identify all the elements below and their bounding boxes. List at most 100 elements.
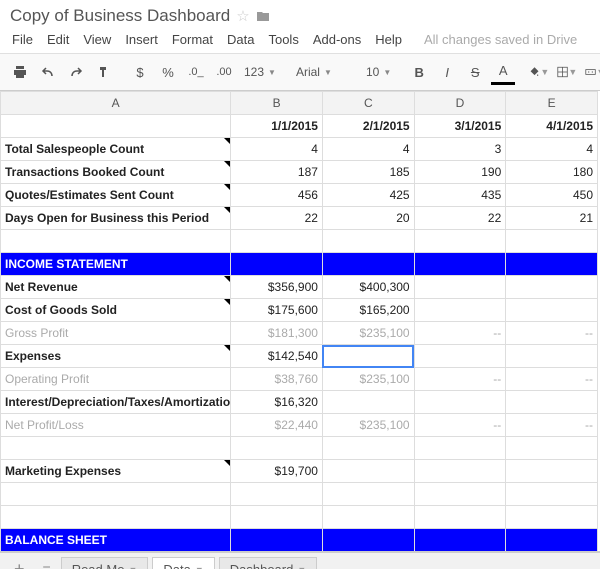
cell[interactable]: [322, 529, 414, 552]
column-header-B[interactable]: B: [231, 92, 323, 115]
row-label[interactable]: Operating Profit: [1, 368, 231, 391]
cell[interactable]: 435: [414, 184, 506, 207]
font-family-dropdown[interactable]: Arial▼: [292, 65, 350, 79]
cell[interactable]: --: [414, 322, 506, 345]
cell-blank[interactable]: [1, 115, 231, 138]
cell[interactable]: [322, 391, 414, 414]
row-label[interactable]: Gross Profit: [1, 322, 231, 345]
menu-help[interactable]: Help: [375, 32, 402, 47]
cell[interactable]: $965,800: [231, 552, 323, 553]
cell[interactable]: [322, 345, 414, 368]
cell[interactable]: [231, 506, 323, 529]
cell[interactable]: [231, 483, 323, 506]
section-header[interactable]: INCOME STATEMENT: [1, 253, 231, 276]
date-header[interactable]: 4/1/2015: [506, 115, 598, 138]
cell[interactable]: [414, 529, 506, 552]
cell[interactable]: [322, 253, 414, 276]
sheet-tab-read-me[interactable]: Read Me▼: [61, 557, 149, 569]
print-icon[interactable]: [8, 61, 32, 83]
cell[interactable]: 4: [231, 138, 323, 161]
cell[interactable]: [414, 299, 506, 322]
font-size-dropdown[interactable]: 10▼: [362, 65, 395, 79]
cell[interactable]: [322, 230, 414, 253]
star-icon[interactable]: ☆: [236, 7, 249, 25]
menu-tools[interactable]: Tools: [268, 32, 298, 47]
cell[interactable]: $165,200: [322, 299, 414, 322]
paint-format-icon[interactable]: [92, 61, 116, 83]
cell[interactable]: --: [506, 322, 598, 345]
increase-decimal-button[interactable]: .00: [212, 61, 236, 83]
cell[interactable]: [322, 552, 414, 553]
cell[interactable]: [506, 253, 598, 276]
text-color-button[interactable]: A: [491, 60, 515, 85]
document-title[interactable]: Copy of Business Dashboard: [10, 6, 230, 26]
format-currency-button[interactable]: $: [128, 61, 152, 83]
cell[interactable]: [322, 483, 414, 506]
menu-addons[interactable]: Add-ons: [313, 32, 361, 47]
cell[interactable]: $22,440: [231, 414, 323, 437]
cell[interactable]: 190: [414, 161, 506, 184]
italic-button[interactable]: I: [435, 61, 459, 83]
cell[interactable]: [414, 253, 506, 276]
cell[interactable]: 22: [231, 207, 323, 230]
row-label[interactable]: Cost of Goods Sold: [1, 299, 231, 322]
menu-insert[interactable]: Insert: [125, 32, 158, 47]
cell[interactable]: [506, 460, 598, 483]
cell[interactable]: --: [414, 414, 506, 437]
cell[interactable]: [506, 391, 598, 414]
cell[interactable]: [414, 506, 506, 529]
cell[interactable]: [414, 276, 506, 299]
cell[interactable]: [231, 437, 323, 460]
cell[interactable]: 187: [231, 161, 323, 184]
cell[interactable]: $356,900: [231, 276, 323, 299]
cell[interactable]: 450: [506, 184, 598, 207]
cell[interactable]: [414, 437, 506, 460]
cell[interactable]: [1, 483, 231, 506]
all-sheets-button[interactable]: ≡: [37, 561, 57, 569]
cell[interactable]: $235,100: [322, 414, 414, 437]
cell[interactable]: 425: [322, 184, 414, 207]
fill-color-button[interactable]: ▼: [527, 61, 551, 83]
more-formats-dropdown[interactable]: 123▼: [240, 65, 280, 79]
column-header-C[interactable]: C: [322, 92, 414, 115]
cell[interactable]: --: [506, 414, 598, 437]
menu-format[interactable]: Format: [172, 32, 213, 47]
redo-icon[interactable]: [64, 61, 88, 83]
cell[interactable]: [414, 552, 506, 553]
cell[interactable]: [322, 460, 414, 483]
decrease-decimal-button[interactable]: .0_: [184, 61, 208, 83]
section-header[interactable]: BALANCE SHEET: [1, 529, 231, 552]
cell[interactable]: --: [506, 368, 598, 391]
row-label[interactable]: Total Assets: [1, 552, 231, 553]
row-label[interactable]: Net Profit/Loss: [1, 414, 231, 437]
cell[interactable]: [506, 552, 598, 553]
cell[interactable]: $175,600: [231, 299, 323, 322]
cell[interactable]: 22: [414, 207, 506, 230]
row-label[interactable]: Interest/Depreciation/Taxes/Amortization: [1, 391, 231, 414]
cell[interactable]: $235,100: [322, 368, 414, 391]
cell[interactable]: [231, 529, 323, 552]
strikethrough-button[interactable]: S: [463, 61, 487, 83]
cell[interactable]: $38,760: [231, 368, 323, 391]
cell[interactable]: [1, 506, 231, 529]
cell[interactable]: [322, 506, 414, 529]
row-label[interactable]: Transactions Booked Count: [1, 161, 231, 184]
menu-file[interactable]: File: [12, 32, 33, 47]
cell[interactable]: [414, 345, 506, 368]
row-label[interactable]: Quotes/Estimates Sent Count: [1, 184, 231, 207]
menu-view[interactable]: View: [83, 32, 111, 47]
cell[interactable]: [231, 253, 323, 276]
cell[interactable]: 180: [506, 161, 598, 184]
move-to-folder-icon[interactable]: [256, 10, 270, 22]
cell[interactable]: [414, 483, 506, 506]
cell[interactable]: [414, 391, 506, 414]
undo-icon[interactable]: [36, 61, 60, 83]
cell[interactable]: [506, 483, 598, 506]
column-header-A[interactable]: A: [1, 92, 231, 115]
cell[interactable]: [506, 437, 598, 460]
bold-button[interactable]: B: [407, 61, 431, 83]
sheet-tab-data[interactable]: Data▼: [152, 557, 214, 569]
menu-edit[interactable]: Edit: [47, 32, 69, 47]
cell[interactable]: [506, 299, 598, 322]
cell[interactable]: [1, 230, 231, 253]
